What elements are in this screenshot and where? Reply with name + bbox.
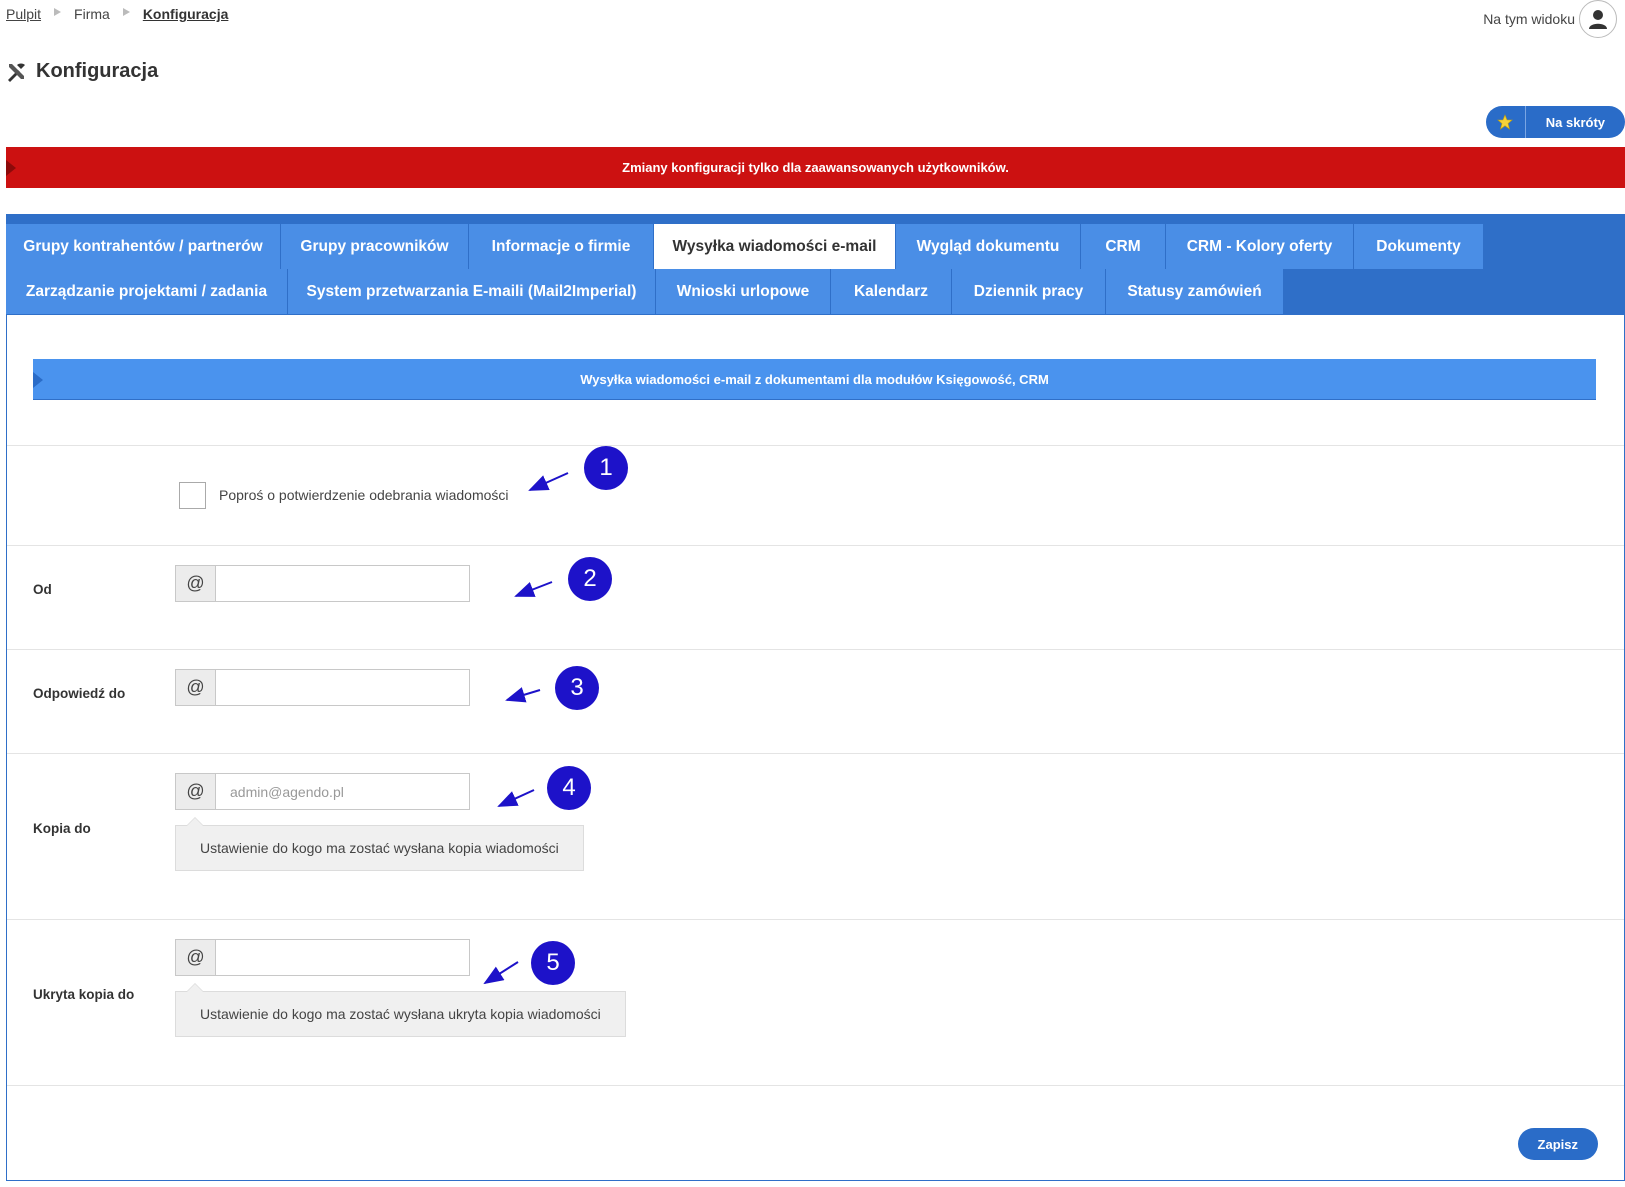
at-icon: @ (176, 940, 216, 975)
from-input[interactable] (216, 566, 469, 601)
breadcrumb-pulpit[interactable]: Pulpit (6, 6, 41, 22)
tab-row-2: Zarządzanie projektami / zadania System … (6, 269, 1625, 314)
bcc-label: Ukryta kopia do (33, 987, 135, 1002)
at-icon: @ (176, 670, 216, 705)
callout-4: 4 (547, 766, 591, 810)
divider (7, 545, 1624, 546)
callout-5: 5 (531, 941, 575, 985)
banner-notch-icon (6, 160, 16, 176)
tab-calendar[interactable]: Kalendarz (831, 269, 952, 314)
page-title-text: Konfiguracja (36, 60, 159, 82)
reply-to-field-group: @ (175, 669, 470, 706)
tab-document-look[interactable]: Wygląd dokumentu (896, 224, 1081, 269)
from-label: Od (33, 582, 52, 597)
breadcrumb-konfiguracja[interactable]: Konfiguracja (143, 6, 229, 22)
divider (7, 649, 1624, 650)
bcc-hint-text: Ustawienie do kogo ma zostać wysłana ukr… (200, 1006, 601, 1022)
divider (7, 1085, 1624, 1086)
tab-email-sending[interactable]: Wysyłka wiadomości e-mail (654, 224, 896, 269)
cc-field-group: @ (175, 773, 470, 810)
reply-to-label: Odpowiedź do (33, 686, 126, 701)
callout-1: 1 (584, 446, 628, 490)
callout-2: 2 (568, 557, 612, 601)
cc-label: Kopia do (33, 821, 91, 836)
divider (7, 919, 1624, 920)
tab-project-management[interactable]: Zarządzanie projektami / zadania (6, 269, 288, 314)
warning-banner: Zmiany konfiguracji tylko dla zaawansowa… (6, 147, 1625, 188)
section-header: Wysyłka wiadomości e-mail z dokumentami … (33, 359, 1596, 400)
tab-order-statuses[interactable]: Statusy zamówień (1106, 269, 1284, 314)
config-tabs: Grupy kontrahentów / partnerów Grupy pra… (6, 214, 1625, 315)
bcc-hint: Ustawienie do kogo ma zostać wysłana ukr… (175, 983, 626, 1037)
tab-company-info[interactable]: Informacje o firmie (469, 224, 654, 269)
at-icon: @ (176, 774, 216, 809)
shortcuts-label: Na skróty (1545, 114, 1605, 130)
tab-documents[interactable]: Dokumenty (1354, 224, 1484, 269)
tab-row-1: Grupy kontrahentów / partnerów Grupy pra… (6, 224, 1625, 269)
email-settings-panel: Wysyłka wiadomości e-mail z dokumentami … (6, 315, 1625, 1181)
tab-work-log[interactable]: Dziennik pracy (952, 269, 1106, 314)
section-title: Wysyłka wiadomości e-mail z dokumentami … (580, 371, 1049, 387)
from-field-group: @ (175, 565, 470, 602)
page-title: Konfiguracja (6, 60, 158, 83)
cc-hint-text: Ustawienie do kogo ma zostać wysłana kop… (200, 840, 559, 856)
tab-employee-groups[interactable]: Grupy pracowników (281, 224, 469, 269)
breadcrumb-separator-icon (54, 8, 62, 16)
breadcrumb: Pulpit Firma Konfiguracja (6, 6, 228, 22)
read-receipt-checkbox[interactable] (179, 482, 206, 509)
tab-crm[interactable]: CRM (1081, 224, 1166, 269)
star-icon (1486, 106, 1526, 138)
at-icon: @ (176, 566, 216, 601)
tab-leave-requests[interactable]: Wnioski urlopowe (656, 269, 831, 314)
callout-3: 3 (555, 666, 599, 710)
tab-partner-groups[interactable]: Grupy kontrahentów / partnerów (6, 224, 281, 269)
divider (7, 445, 1624, 446)
user-avatar-icon[interactable] (1579, 0, 1617, 38)
save-button[interactable]: Zapisz (1517, 1128, 1598, 1160)
warning-text: Zmiany konfiguracji tylko dla zaawansowa… (622, 160, 1009, 175)
hint-tip-icon (186, 817, 204, 826)
cc-input[interactable] (216, 774, 469, 809)
bcc-input[interactable] (216, 940, 469, 975)
view-label: Na tym widoku (1483, 11, 1575, 27)
cc-hint: Ustawienie do kogo ma zostać wysłana kop… (175, 817, 584, 871)
tools-icon (6, 62, 26, 82)
breadcrumb-separator-icon (122, 8, 130, 16)
read-receipt-label: Poproś o potwierdzenie odebrania wiadomo… (219, 487, 509, 503)
hint-tip-icon (186, 983, 204, 992)
reply-to-input[interactable] (216, 670, 469, 705)
shortcuts-button[interactable]: Na skróty (1485, 106, 1625, 138)
tab-crm-offer-colors[interactable]: CRM - Kolory oferty (1166, 224, 1354, 269)
view-user-menu[interactable]: Na tym widoku (1483, 0, 1617, 38)
section-notch-icon (33, 372, 43, 388)
breadcrumb-firma: Firma (74, 6, 110, 22)
divider (7, 753, 1624, 754)
tab-mail2imperial[interactable]: System przetwarzania E-maili (Mail2Imper… (288, 269, 656, 314)
bcc-field-group: @ (175, 939, 470, 976)
